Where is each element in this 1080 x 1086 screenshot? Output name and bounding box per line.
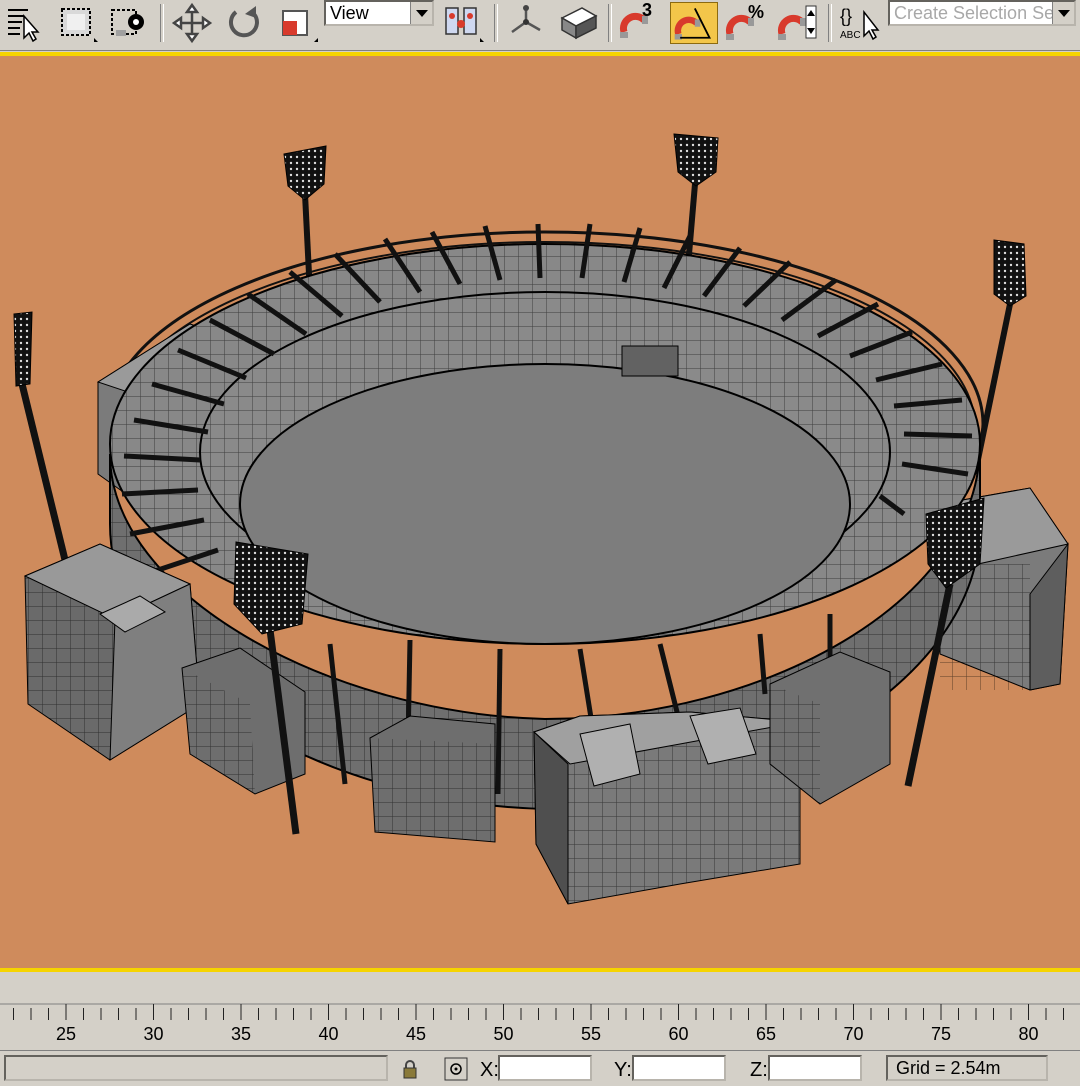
timeline-tick-label: 30 xyxy=(143,1024,164,1044)
spinner-snap-toggle-icon[interactable] xyxy=(776,2,820,44)
svg-text:%: % xyxy=(748,2,764,22)
timeline-tick-label: 50 xyxy=(493,1024,514,1044)
edit-named-selection-sets-icon[interactable]: {} ABC xyxy=(836,2,880,44)
svg-text:{}: {} xyxy=(840,6,852,26)
select-and-move-icon[interactable] xyxy=(170,2,214,44)
snaps-toggle-icon[interactable] xyxy=(616,2,660,44)
prompt-line xyxy=(4,1055,388,1081)
timeline-tick-label: 55 xyxy=(580,1024,602,1044)
absolute-mode-transform-icon[interactable] xyxy=(444,1057,468,1086)
z-coordinate-label: Z: xyxy=(750,1059,768,1081)
playing-field xyxy=(239,363,851,645)
chevron-down-icon[interactable] xyxy=(1052,2,1074,24)
selection-set-placeholder: Create Selection Set xyxy=(894,3,1060,23)
timeline-tick-label: 70 xyxy=(843,1024,864,1044)
use-pivot-center-icon[interactable] xyxy=(440,2,484,44)
reference-coordinate-dropdown[interactable]: View xyxy=(324,0,434,26)
timeline-tick-label: 45 xyxy=(405,1024,427,1044)
snap-dimension-label: 3 xyxy=(642,0,653,20)
status-bar: X: Y: Z: Grid = 2.54m xyxy=(0,1050,1080,1081)
select-by-name-icon[interactable] xyxy=(2,2,46,44)
timeline-tick-label: 35 xyxy=(230,1024,252,1044)
select-and-manipulate-icon[interactable] xyxy=(504,2,548,44)
stadium-wireframe-model xyxy=(13,133,1069,905)
floodlight-tower xyxy=(13,311,70,565)
chevron-down-icon[interactable] xyxy=(410,2,432,24)
timeline-ruler[interactable]: 25 30 35 40 45 50 55 60 65 70 75 80 xyxy=(0,974,1080,1050)
window-crossing-icon[interactable] xyxy=(106,2,150,44)
grandstand-block xyxy=(369,715,496,843)
grid-size-value: Grid = 2.54m xyxy=(896,1058,1001,1078)
x-coordinate-label: X: xyxy=(480,1059,499,1081)
select-and-scale-icon[interactable] xyxy=(274,2,318,44)
grid-size-readout: Grid = 2.54m xyxy=(886,1055,1048,1081)
perspective-viewport[interactable] xyxy=(0,52,1080,972)
svg-text:ABC: ABC xyxy=(840,30,861,41)
percent-snap-toggle-icon[interactable]: % xyxy=(724,2,768,44)
timeline-tick-label: 80 xyxy=(1018,1024,1039,1044)
named-selection-set-dropdown[interactable]: Create Selection Set xyxy=(888,0,1076,26)
scoreboard xyxy=(621,345,679,377)
timeline-tick-label: 75 xyxy=(930,1024,952,1044)
select-and-rotate-icon[interactable] xyxy=(222,2,266,44)
grandstand-block xyxy=(23,543,201,761)
x-coordinate-field[interactable] xyxy=(498,1055,592,1081)
keyboard-shortcut-override-icon[interactable] xyxy=(556,2,600,44)
lock-icon[interactable] xyxy=(402,1059,418,1084)
rectangular-selection-region-icon[interactable] xyxy=(54,2,98,44)
timeline-tick-label: 60 xyxy=(668,1024,689,1044)
timeline-tick-label: 40 xyxy=(318,1024,339,1044)
y-coordinate-label: Y: xyxy=(614,1059,632,1081)
timeline-tick-label: 65 xyxy=(755,1024,777,1044)
reference-coordinate-value: View xyxy=(330,3,369,23)
y-coordinate-field[interactable] xyxy=(632,1055,726,1081)
main-toolbar: View 3 % {} ABC Create Selection Set xyxy=(0,0,1080,51)
grandstand-block xyxy=(533,707,801,905)
z-coordinate-field[interactable] xyxy=(768,1055,862,1081)
timeline-tick-label: 25 xyxy=(55,1024,77,1044)
angle-snap-toggle-icon[interactable] xyxy=(670,2,718,44)
